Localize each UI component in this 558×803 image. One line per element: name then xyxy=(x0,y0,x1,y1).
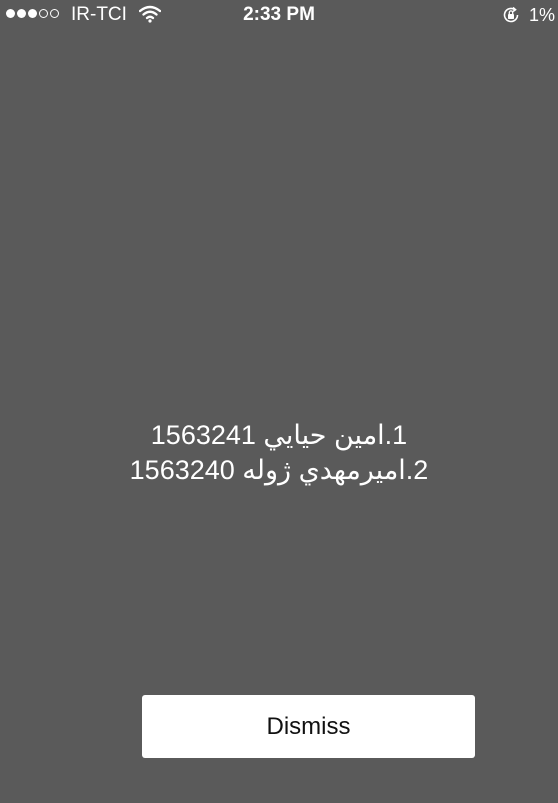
rotation-lock-icon xyxy=(503,6,519,23)
message-line-2: 2.اميرمهدي ژوله 1563240 xyxy=(129,455,429,485)
status-time: 2:33 PM xyxy=(243,4,315,25)
alert-message: 1.امين حيايي 1563241 2.اميرمهدي ژوله 156… xyxy=(0,418,558,488)
dismiss-button[interactable]: Dismiss xyxy=(142,695,475,758)
battery-percent: 1% xyxy=(529,5,556,25)
status-bar: IR-TCI 2:33 PM 1% xyxy=(0,0,558,30)
message-line-1: 1.امين حيايي 1563241 xyxy=(150,420,408,450)
